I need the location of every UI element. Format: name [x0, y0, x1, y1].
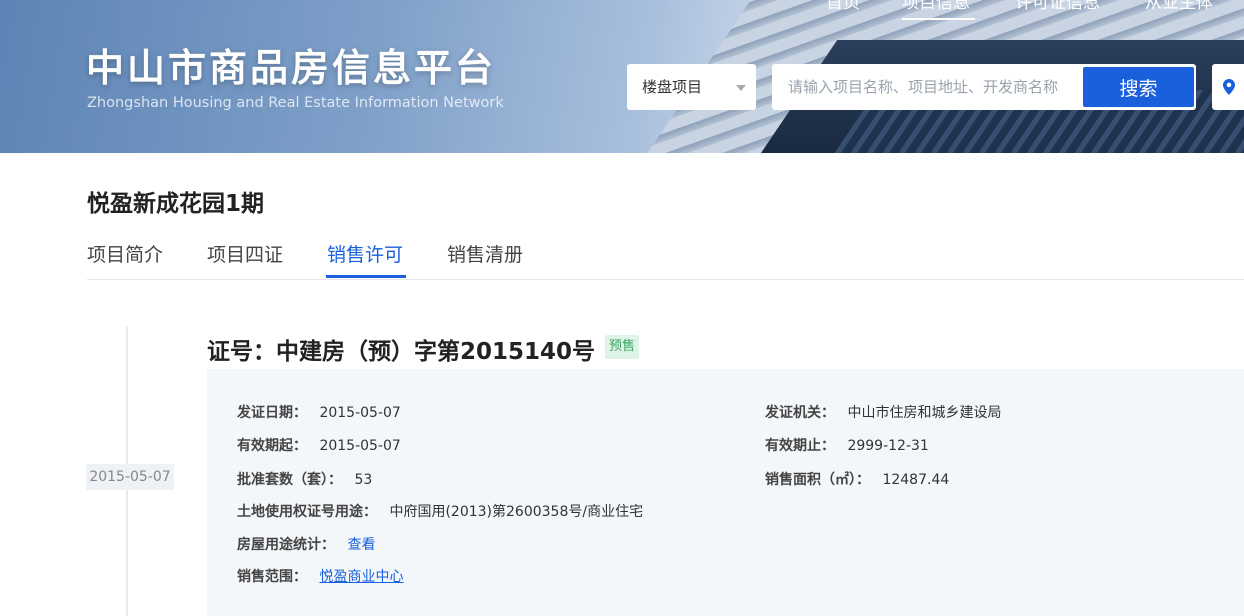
field-value: 53 — [354, 472, 373, 488]
field-label: 房屋用途统计： — [237, 537, 335, 553]
field-label: 批准套数（套）： — [237, 472, 342, 488]
site-title: 中山市商品房信息平台 — [86, 46, 497, 90]
field-sales-scope: 销售范围： 悦盈商业中心 — [237, 566, 403, 586]
tab-sales-list[interactable]: 销售清册 — [447, 240, 523, 267]
nav-item-practitioners[interactable]: 从业主体 — [1145, 0, 1213, 13]
permit-details-panel: 发证日期： 2015-05-07 有效期起： 2015-05-07 批准套数（套… — [207, 369, 1244, 616]
nav-item-permits[interactable]: 许可证信息 — [1015, 0, 1100, 13]
field-label: 发证日期： — [237, 405, 307, 421]
field-valid-to: 有效期止： 2999-12-31 — [765, 435, 929, 455]
search-category-select[interactable]: 楼盘项目 — [627, 64, 756, 110]
search-button[interactable]: 搜索 — [1083, 67, 1194, 107]
timeline-date: 2015-05-07 — [86, 464, 174, 490]
nav-item-projects[interactable]: 项目信息 — [902, 0, 970, 13]
field-label: 销售范围： — [237, 569, 307, 585]
project-tabs: 项目简介 项目四证 销售许可 销售清册 — [87, 240, 1244, 280]
nav-item-home[interactable]: 首页 — [826, 0, 860, 13]
field-value: 2015-05-07 — [319, 438, 401, 454]
site-subtitle: Zhongshan Housing and Real Estate Inform… — [87, 95, 504, 111]
tab-four-certificates[interactable]: 项目四证 — [207, 240, 283, 267]
field-label: 销售面积（㎡）： — [765, 472, 870, 488]
status-badge: 预售 — [605, 335, 640, 359]
location-pin-icon — [1223, 79, 1235, 95]
usage-stats-link[interactable]: 查看 — [347, 537, 375, 553]
nav-active-indicator — [902, 18, 975, 20]
field-label: 土地使用权证号用途： — [237, 504, 377, 520]
field-land-use-cert: 土地使用权证号用途： 中府国用(2013)第2600358号/商业住宅 — [237, 501, 643, 521]
permit-title: 证号：中建房（预）字第2015140号 — [207, 339, 596, 365]
search-box: 搜索 — [772, 64, 1196, 110]
field-value: 2999-12-31 — [847, 438, 929, 454]
search-input[interactable] — [772, 64, 1080, 110]
field-issue-date: 发证日期： 2015-05-07 — [237, 402, 401, 422]
sales-scope-link[interactable]: 悦盈商业中心 — [319, 569, 403, 585]
field-label: 有效期止： — [765, 438, 835, 454]
tab-active-indicator — [326, 275, 406, 278]
map-button[interactable] — [1212, 64, 1244, 110]
tab-sales-permit[interactable]: 销售许可 — [327, 240, 403, 267]
field-value: 中府国用(2013)第2600358号/商业住宅 — [389, 504, 644, 520]
field-label: 发证机关： — [765, 405, 835, 421]
field-label: 有效期起： — [237, 438, 307, 454]
tab-project-intro[interactable]: 项目简介 — [87, 240, 163, 267]
field-issuing-office: 发证机关： 中山市住房和城乡建设局 — [765, 402, 1001, 422]
field-approved-units: 批准套数（套）： 53 — [237, 469, 372, 489]
field-valid-from: 有效期起： 2015-05-07 — [237, 435, 401, 455]
field-value: 中山市住房和城乡建设局 — [847, 405, 1002, 421]
field-usage-stats: 房屋用途统计： 查看 — [237, 534, 375, 554]
chevron-down-icon — [736, 85, 746, 91]
field-sales-area: 销售面积（㎡）： 12487.44 — [765, 469, 949, 489]
project-title: 悦盈新成花园1期 — [87, 191, 265, 217]
search-category-value: 楼盘项目 — [642, 78, 703, 96]
header-banner: 中山市商品房信息平台 Zhongshan Housing and Real Es… — [0, 0, 1244, 153]
field-value: 2015-05-07 — [319, 405, 401, 421]
field-value: 12487.44 — [882, 472, 950, 488]
